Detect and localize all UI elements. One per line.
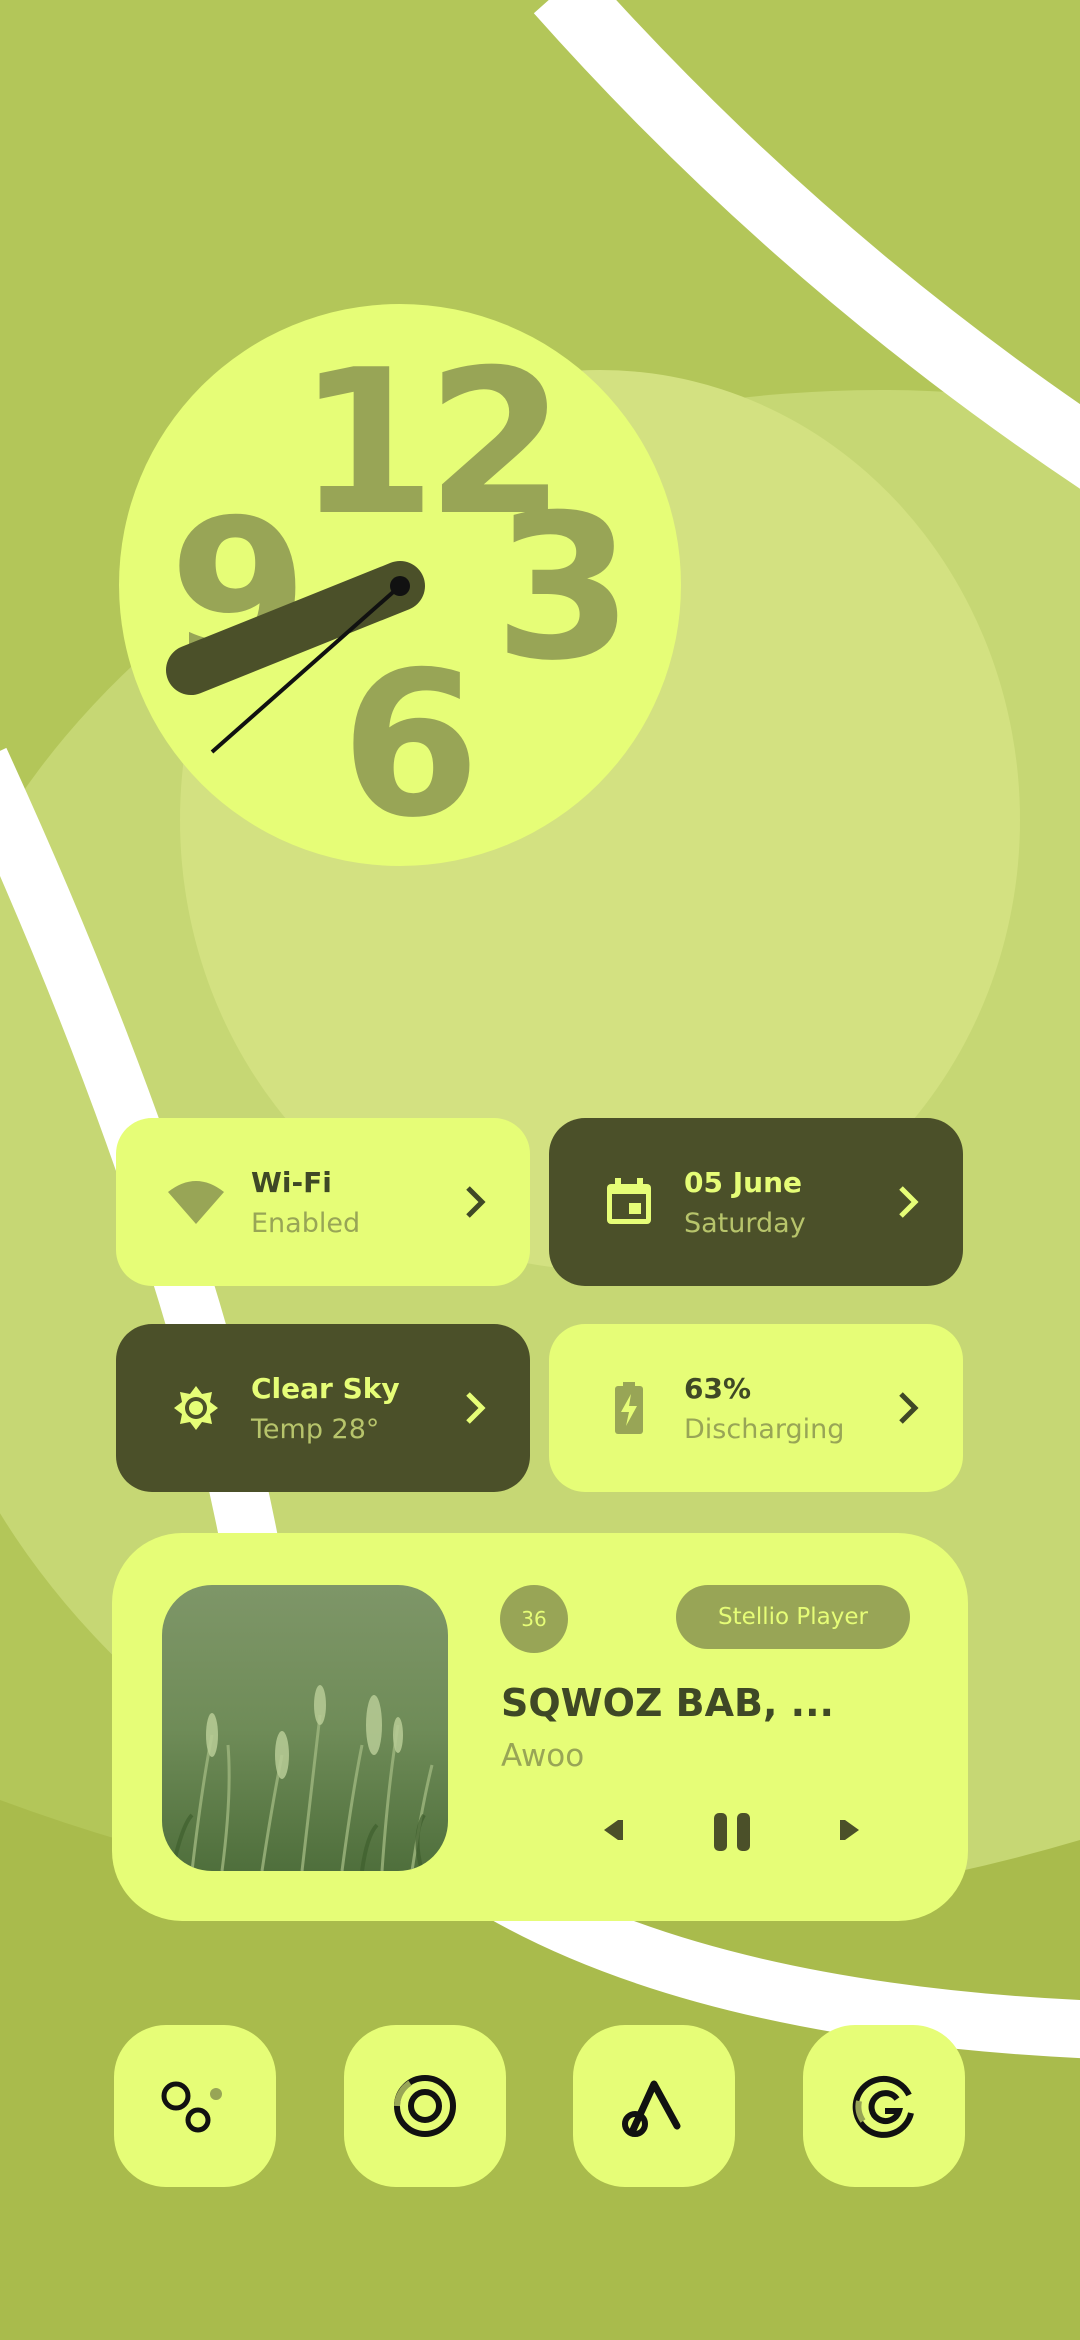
date-tile[interactable]: 05 June Saturday: [549, 1118, 963, 1286]
ring-app-icon: [394, 2075, 456, 2137]
artist-name: Awoo: [501, 1738, 585, 1774]
triangle-loop-app-icon: [622, 2080, 681, 2137]
wifi-tile[interactable]: Wi-Fi Enabled: [116, 1118, 530, 1286]
chevron-right-icon: [466, 1392, 486, 1424]
tile-subtitle: Temp 28°: [251, 1414, 380, 1445]
dock-app-3[interactable]: [573, 2025, 735, 2187]
analog-clock[interactable]: 12 3 9 6: [119, 304, 681, 866]
tile-subtitle: Enabled: [251, 1208, 361, 1239]
next-icon[interactable]: [835, 1815, 865, 1845]
chevron-right-icon: [466, 1186, 486, 1218]
tile-title: Wi-Fi: [251, 1166, 332, 1199]
chevron-right-icon: [899, 1392, 919, 1424]
circles-app-icon: [161, 2081, 222, 2133]
calendar-icon: [607, 1178, 651, 1224]
dock-app-4[interactable]: [803, 2025, 965, 2187]
player-name-button[interactable]: Stellio Player: [676, 1585, 910, 1649]
tile-title: Clear Sky: [251, 1372, 400, 1405]
album-art[interactable]: [162, 1585, 448, 1871]
song-title: SQWOZ BAB, ...: [501, 1681, 834, 1725]
spiral-g-app-icon: [852, 2075, 914, 2138]
track-number-badge: 36: [500, 1585, 568, 1653]
hour-hand: [166, 561, 425, 695]
wifi-icon: [168, 1181, 224, 1224]
pause-icon[interactable]: [712, 1811, 752, 1853]
previous-icon[interactable]: [598, 1815, 628, 1845]
tile-subtitle: Discharging: [684, 1414, 845, 1445]
clock-center: [390, 576, 410, 596]
battery-tile[interactable]: 63% Discharging: [549, 1324, 963, 1492]
battery-charging-icon: [615, 1382, 643, 1434]
album-art-image: [162, 1585, 448, 1871]
dock-app-1[interactable]: [114, 2025, 276, 2187]
tile-subtitle: Saturday: [684, 1208, 806, 1239]
dock-app-2[interactable]: [344, 2025, 506, 2187]
tile-title: 05 June: [684, 1166, 802, 1199]
tile-title: 63%: [684, 1372, 752, 1405]
weather-tile[interactable]: Clear Sky Temp 28°: [116, 1324, 530, 1492]
chevron-right-icon: [899, 1186, 919, 1218]
clock-hands: [166, 561, 425, 754]
media-player-card[interactable]: 36 Stellio Player SQWOZ BAB, ... Awoo: [112, 1533, 968, 1921]
sun-icon: [174, 1386, 218, 1430]
